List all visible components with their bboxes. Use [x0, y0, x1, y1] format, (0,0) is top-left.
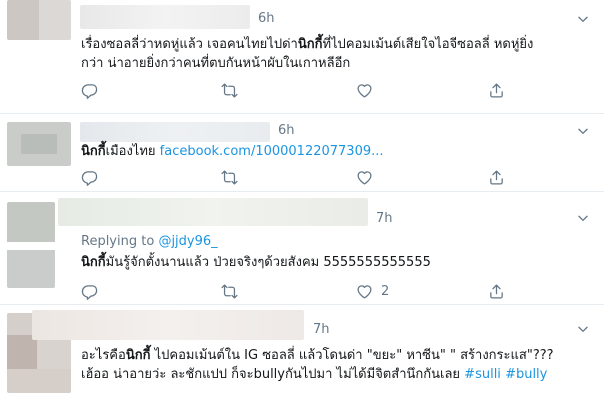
share-button[interactable] [488, 81, 505, 99]
tweet-text-line: กว่า น่าอายยิ่งกว่าคนที่ตบกันหน้าผับในเก… [81, 56, 351, 71]
tweet-text-part: เรื่องซอลลี่ว่าหดหู่แล้ว เจอคนไทยไปด่า [81, 37, 298, 52]
like-button[interactable] [356, 168, 373, 186]
retweet-button[interactable] [221, 168, 238, 186]
timestamp[interactable]: 6h [278, 123, 295, 138]
facebook-link[interactable]: facebook.com/10000122077309... [160, 144, 384, 159]
like-count: 2 [381, 283, 390, 299]
like-icon [356, 82, 373, 99]
retweet-icon [221, 283, 238, 300]
username-blurred [80, 122, 270, 142]
share-icon [488, 169, 505, 186]
reply-icon [81, 82, 98, 99]
retweet-icon [221, 169, 238, 186]
share-icon [488, 82, 505, 99]
username-blurred [80, 5, 250, 29]
like-icon [356, 169, 373, 186]
tweet-text: อะไรคือนิกกี้ ไปคอมเม้นต์ใน IG ซอลลี่ แล… [81, 346, 586, 384]
tweet[interactable]: 7h อะไรคือนิกกี้ ไปคอมเม้นต์ใน IG ซอลลี่… [0, 305, 604, 420]
tweet-text-part: ไปคอมเม้นต์ใน IG ซอลลี่ แล้วโดนด่า "ขยะ"… [150, 348, 554, 363]
hashtag-link[interactable]: #bully [505, 367, 547, 382]
share-button[interactable] [488, 282, 505, 300]
like-button[interactable]: 2 [356, 282, 389, 300]
like-button[interactable] [356, 81, 373, 99]
reply-icon [81, 283, 98, 300]
like-icon [356, 283, 373, 300]
tweet[interactable]: 6h นิกกี้เมืองไทย facebook.com/100001220… [0, 114, 604, 192]
username-blurred [58, 198, 368, 226]
tweet-text: เรื่องซอลลี่ว่าหดหู่แล้ว เจอคนไทยไปด่านิ… [81, 35, 586, 73]
tweet-text-part: ที่ไปคอมเม้นต์เสียใจไอจีซอลลี่ หดหู่ยิ่ง [322, 37, 534, 52]
retweet-button[interactable] [221, 81, 238, 99]
share-button[interactable] [488, 168, 505, 186]
tweet-text-bold: นิกกี้ [125, 348, 151, 363]
retweet-button[interactable] [221, 282, 238, 300]
replying-to-label: Replying to [81, 234, 159, 249]
timestamp[interactable]: 6h [258, 11, 275, 26]
tweet[interactable]: 6h เรื่องซอลลี่ว่าหดหู่แล้ว เจอคนไทยไปด่… [0, 0, 604, 114]
tweet-text-part: เฮ้ออ น่าอายว่ะ ละชักแปป ก็จะbullyกันไปม… [81, 367, 465, 382]
avatar[interactable] [7, 202, 55, 288]
reply-icon [81, 169, 98, 186]
reply-button[interactable] [81, 168, 98, 186]
tweet-text: นิกกี้มันรู้จักตั้งนานแล้ว ป่วยจริงๆด้วย… [81, 253, 586, 272]
chevron-down-icon[interactable] [576, 124, 590, 138]
chevron-down-icon[interactable] [576, 322, 590, 336]
avatar[interactable] [7, 122, 71, 166]
hashtag-link[interactable]: #sulli [464, 367, 501, 382]
retweet-icon [221, 82, 238, 99]
share-icon [488, 283, 505, 300]
avatar[interactable] [7, 0, 71, 40]
timestamp[interactable]: 7h [376, 211, 393, 226]
tweet-text-bold: นิกกี้ [81, 144, 106, 159]
reply-button[interactable] [81, 81, 98, 99]
timestamp[interactable]: 7h [313, 322, 330, 337]
tweet-text-bold: นิกกี้ [297, 37, 323, 52]
tweet-text-part: เมืองไทย [105, 144, 160, 159]
tweet-text-part: อะไรคือ [81, 348, 126, 363]
tweet-text: นิกกี้เมืองไทย facebook.com/100001220773… [81, 142, 586, 161]
replying-to-handle[interactable]: @jjdy96_ [158, 234, 217, 249]
chevron-down-icon[interactable] [576, 12, 590, 26]
replying-to: Replying to @jjdy96_ [81, 234, 218, 249]
tweet-text-bold: นิกกี้ [81, 255, 106, 270]
chevron-down-icon[interactable] [576, 211, 590, 225]
username-blurred [32, 310, 304, 340]
tweet[interactable]: 7h Replying to @jjdy96_ นิกกี้มันรู้จักต… [0, 192, 604, 305]
tweet-text-part: มันรู้จักตั้งนานแล้ว ป่วยจริงๆด้วยสังคม … [105, 255, 431, 270]
reply-button[interactable] [81, 282, 98, 300]
